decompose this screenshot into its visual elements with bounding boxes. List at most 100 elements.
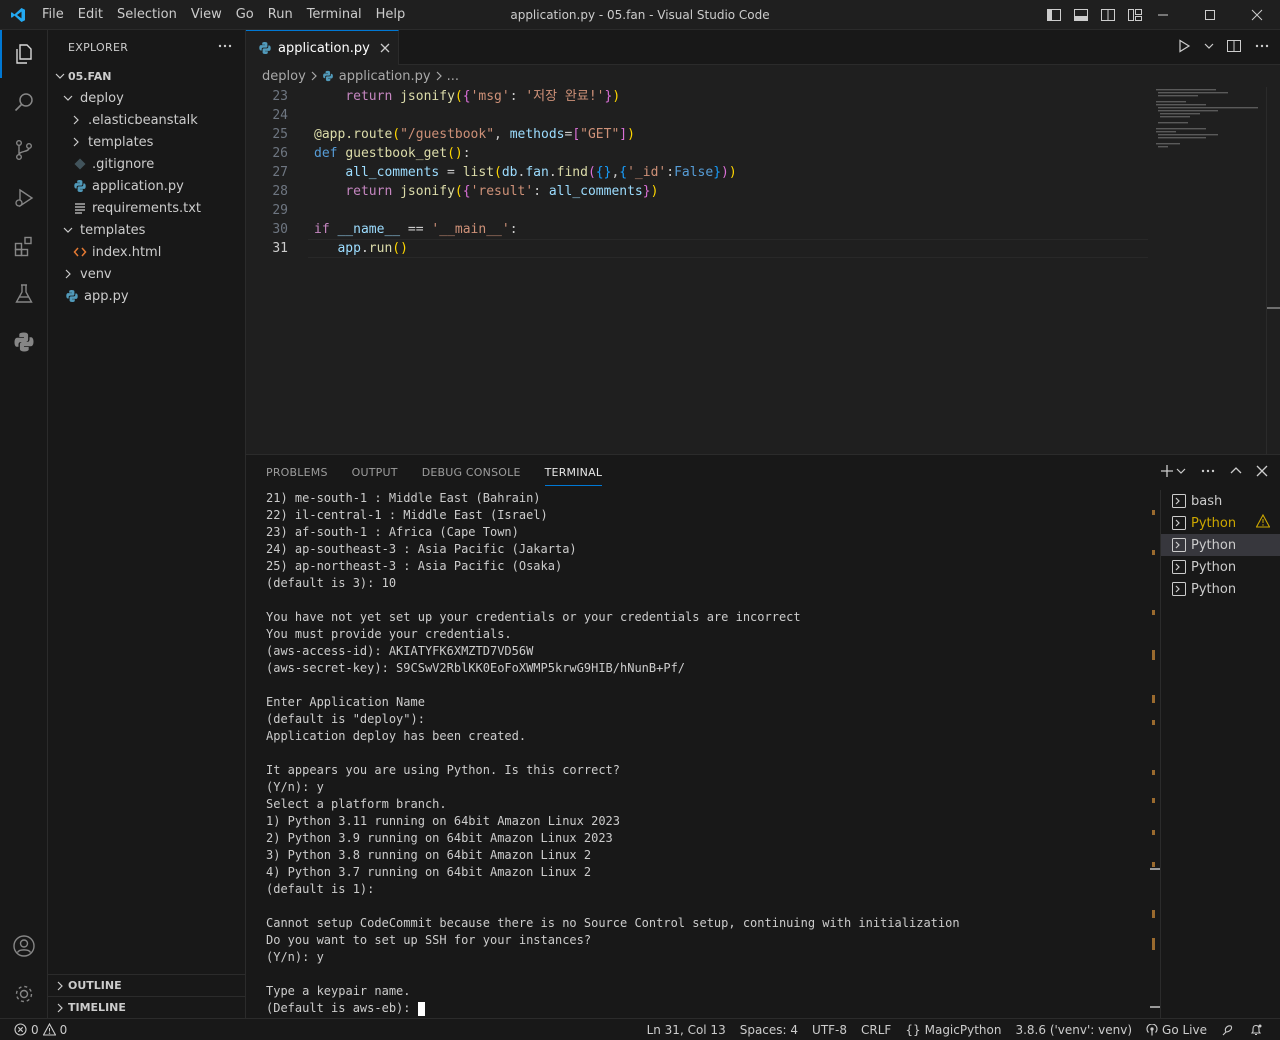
manage-gear-icon[interactable]	[0, 970, 48, 1018]
explorer-title: EXPLORER	[68, 41, 129, 54]
tab-terminal[interactable]: TERMINAL	[533, 455, 615, 490]
code-line[interactable]: 28 return jsonify({'result': all_comment…	[246, 182, 1146, 201]
python-interpreter[interactable]: 3.8.6 ('venv': venv)	[1008, 1023, 1139, 1037]
chevron-down-icon[interactable]	[1204, 40, 1214, 55]
title-bar: File Edit Selection View Go Run Terminal…	[0, 0, 1280, 30]
terminal-line: (Y/n): y	[266, 780, 324, 794]
code-line[interactable]: 23 return jsonify({'msg': '저장 완료!'})	[246, 87, 1146, 106]
toggle-secondary-sidebar-icon[interactable]	[1094, 0, 1121, 30]
menu-edit[interactable]: Edit	[71, 0, 110, 30]
tab-problems[interactable]: PROBLEMS	[254, 455, 340, 490]
code-line[interactable]: 29	[246, 201, 1146, 220]
code-line[interactable]: 31 app.run()	[246, 239, 1148, 258]
menu-selection[interactable]: Selection	[110, 0, 184, 30]
code-line[interactable]: 24	[246, 106, 1146, 125]
tab-application-py[interactable]: application.py	[246, 30, 399, 65]
tree-item[interactable]: templates	[48, 131, 245, 153]
menu-view[interactable]: View	[184, 0, 229, 30]
code-editor[interactable]: 23 return jsonify({'msg': '저장 완료!'}) 24 25…	[246, 87, 1148, 258]
workspace-root[interactable]: 05.FAN	[48, 65, 245, 87]
tree-item[interactable]: .elasticbeanstalk	[48, 109, 245, 131]
problems-status[interactable]: 0 0	[0, 1023, 67, 1037]
tree-item[interactable]: app.py	[48, 285, 245, 307]
chevron-down-icon[interactable]	[1176, 465, 1186, 480]
breadcrumb-item-deploy[interactable]: deploy	[262, 69, 306, 84]
outline-section[interactable]: OUTLINE	[48, 974, 245, 996]
tab-debug-console[interactable]: DEBUG CONSOLE	[410, 455, 533, 490]
minimap[interactable]	[1154, 87, 1266, 187]
timeline-section[interactable]: TIMELINE	[48, 996, 245, 1018]
extensions-icon[interactable]	[0, 222, 48, 270]
terminal-scrollbar[interactable]	[1150, 490, 1160, 1018]
tree-item[interactable]: deploy	[48, 87, 245, 109]
terminal-cursor	[417, 1001, 425, 1016]
breadcrumb-item-more[interactable]: ...	[447, 69, 459, 84]
toggle-primary-sidebar-icon[interactable]	[1040, 0, 1067, 30]
terminal-instance[interactable]: Python	[1161, 578, 1280, 600]
terminal-instance[interactable]: Python	[1161, 556, 1280, 578]
python-icon[interactable]	[0, 318, 48, 366]
menu-terminal[interactable]: Terminal	[300, 0, 369, 30]
language-mode[interactable]: {} MagicPython	[898, 1023, 1008, 1037]
code-line[interactable]: 26 def guestbook_get():	[246, 144, 1146, 163]
terminal-instance[interactable]: bash	[1161, 490, 1280, 512]
accounts-icon[interactable]	[0, 922, 48, 970]
chevron-down-icon	[60, 90, 76, 106]
more-actions-icon[interactable]	[1200, 463, 1216, 483]
indentation[interactable]: Spaces: 4	[733, 1023, 805, 1037]
tree-item[interactable]: requirements.txt	[48, 197, 245, 219]
tree-item-label: app.py	[84, 288, 129, 304]
toggle-panel-icon[interactable]	[1067, 0, 1094, 30]
terminal-output[interactable]: 21) me-south-1 : Middle East (Bahrain) 22…	[266, 490, 1156, 1018]
menu-go[interactable]: Go	[229, 0, 261, 30]
error-count: 0	[31, 1022, 39, 1037]
menu-help[interactable]: Help	[369, 0, 413, 30]
tree-item[interactable]: .gitignore	[48, 153, 245, 175]
chevron-down-icon	[52, 68, 68, 84]
tree-item[interactable]: application.py	[48, 175, 245, 197]
encoding[interactable]: UTF-8	[805, 1023, 854, 1037]
tree-item[interactable]: venv	[48, 263, 245, 285]
maximize-panel-icon[interactable]	[1230, 465, 1242, 481]
go-live-button[interactable]: Go Live	[1139, 1023, 1214, 1037]
explorer-sidebar: EXPLORER 05.FAN deploy .elasticbeanstalk t…	[48, 30, 246, 1018]
run-and-debug-icon[interactable]	[0, 174, 48, 222]
maximize-icon[interactable]	[1186, 0, 1233, 30]
menu-run[interactable]: Run	[261, 0, 300, 30]
close-window-icon[interactable]	[1233, 0, 1280, 30]
search-icon[interactable]	[0, 78, 48, 126]
menu-file[interactable]: File	[35, 0, 71, 30]
explorer-icon[interactable]	[0, 30, 48, 78]
terminal-line: 24) ap-southeast-3 : Asia Pacific (Jakar…	[266, 542, 577, 556]
close-panel-icon[interactable]	[1256, 465, 1268, 481]
line-number: 26	[272, 146, 288, 161]
editor-scrollbar[interactable]	[1266, 87, 1280, 454]
cursor-position[interactable]: Ln 31, Col 13	[640, 1023, 733, 1037]
code-line[interactable]: 25 @app.route("/guestbook", methods=["GET…	[246, 125, 1146, 144]
editor-area: application.py deploy application.py ...…	[246, 30, 1280, 454]
terminal-instance[interactable]: Python	[1161, 534, 1280, 556]
code-line[interactable]: 27 all_comments = list(db.fan.find({},{'…	[246, 163, 1146, 182]
close-tab-icon[interactable]	[380, 43, 390, 53]
feedback-icon[interactable]	[1214, 1023, 1242, 1037]
more-actions-icon[interactable]	[1254, 38, 1270, 58]
tree-item[interactable]: templates	[48, 219, 245, 241]
terminal-instance[interactable]: Python	[1161, 512, 1280, 534]
more-actions-icon[interactable]	[217, 38, 233, 57]
terminal-line: It appears you are using Python. Is this…	[266, 763, 621, 777]
minimize-icon[interactable]	[1139, 0, 1186, 30]
breadcrumb-item-file[interactable]: application.py	[339, 69, 431, 84]
testing-icon[interactable]	[0, 270, 48, 318]
terminal-line: 23) af-south-1 : Africa (Cape Town)	[266, 525, 519, 539]
tab-output[interactable]: OUTPUT	[340, 455, 410, 490]
new-terminal-icon[interactable]	[1160, 464, 1174, 482]
source-control-icon[interactable]	[0, 126, 48, 174]
split-editor-icon[interactable]	[1226, 38, 1242, 58]
terminal-icon	[1171, 581, 1187, 597]
run-python-file-icon[interactable]	[1176, 38, 1192, 58]
code-line[interactable]: 30 if __name__ == '__main__':	[246, 220, 1146, 239]
end-of-line[interactable]: CRLF	[854, 1023, 898, 1037]
notifications-bell-icon[interactable]	[1242, 1023, 1270, 1037]
tree-item[interactable]: index.html	[48, 241, 245, 263]
breadcrumb: deploy application.py ...	[246, 65, 1280, 87]
